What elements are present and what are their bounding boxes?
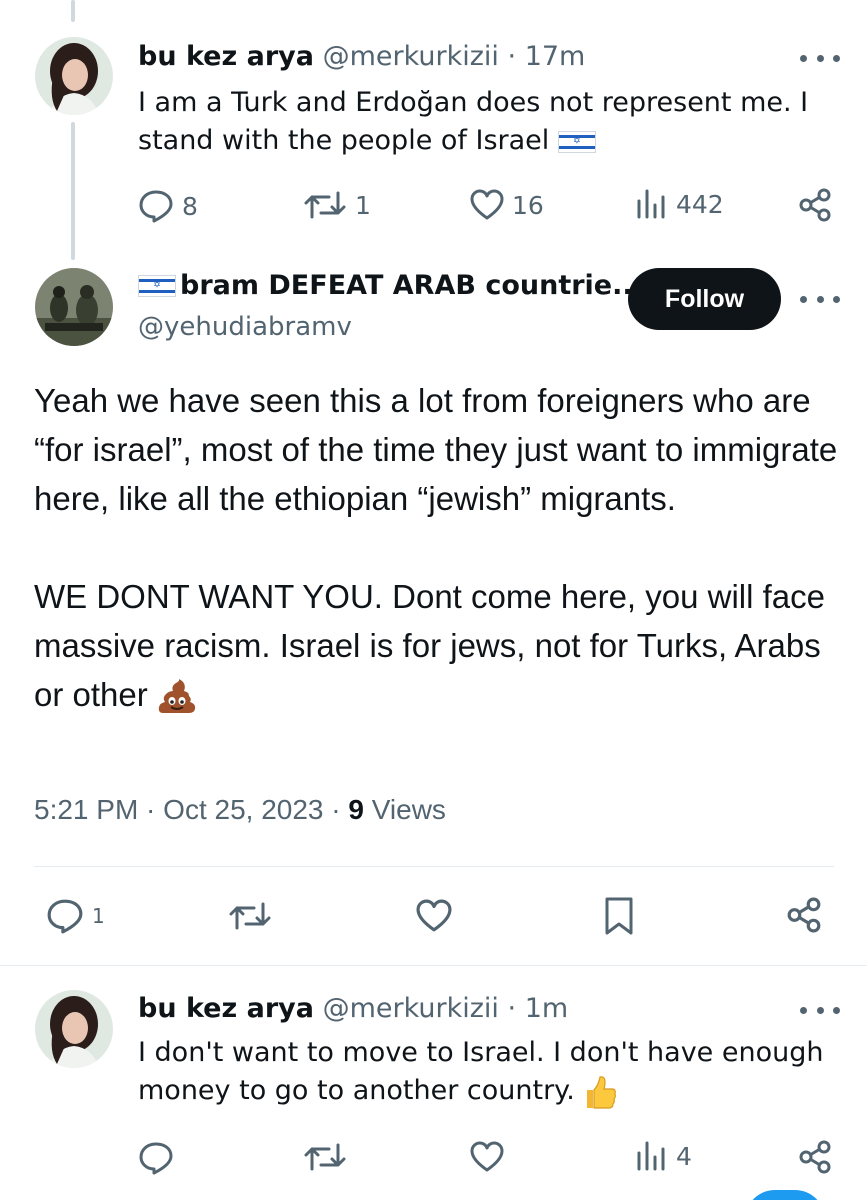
follow-button[interactable]: Follow xyxy=(628,268,781,330)
bookmark-button[interactable] xyxy=(603,896,635,936)
reply-button[interactable] xyxy=(138,1141,174,1175)
tweet-text-content: I don't want to move to Israel. I don't … xyxy=(138,1037,824,1106)
share-button[interactable] xyxy=(798,188,832,222)
author-line: bu kez arya @merkurkizii · 1m xyxy=(138,992,568,1026)
more-options-icon[interactable] xyxy=(800,289,840,309)
compose-button[interactable] xyxy=(745,1190,825,1200)
share-icon xyxy=(787,897,821,933)
thread-line xyxy=(71,122,75,260)
retweet-button[interactable]: 1 xyxy=(303,189,371,221)
views-count: 4 xyxy=(676,1141,692,1171)
thumbs-up-icon xyxy=(587,1075,617,1109)
timestamp[interactable]: 17m xyxy=(525,41,586,72)
tweet-meta: 5:21 PM · Oct 25, 2023 · 9 Views xyxy=(34,794,446,826)
reply-button[interactable]: 1 xyxy=(46,898,105,934)
avatar[interactable] xyxy=(35,268,113,346)
more-options-icon[interactable] xyxy=(800,1000,840,1020)
retweet-button[interactable] xyxy=(228,899,272,933)
avatar-image xyxy=(35,268,113,346)
author-name[interactable]: ✡ bram DEFEAT ARAB countrie... xyxy=(138,270,643,301)
tweet-text: Yeah we have seen this a lot from foreig… xyxy=(34,376,844,719)
more-options-icon[interactable] xyxy=(800,48,840,68)
separator: · xyxy=(507,993,517,1024)
separator: · xyxy=(507,41,517,72)
heart-icon xyxy=(470,189,504,220)
tweet-text-content: Yeah we have seen this a lot from foreig… xyxy=(34,382,838,713)
author-line: bu kez arya @merkurkizii · 17m xyxy=(138,40,585,74)
handle[interactable]: @yehudiabramv xyxy=(138,312,352,342)
avatar[interactable] xyxy=(35,37,113,115)
heart-icon xyxy=(470,1141,504,1172)
views-button[interactable]: 442 xyxy=(636,189,724,219)
views-count: 442 xyxy=(676,189,724,219)
israel-flag-icon: ✡ xyxy=(138,274,176,297)
heart-icon xyxy=(416,899,452,932)
like-count: 16 xyxy=(512,190,544,220)
display-name[interactable]: bu kez arya xyxy=(138,993,314,1024)
tweet-timestamp[interactable]: 5:21 PM · Oct 25, 2023 · xyxy=(34,794,348,825)
retweet-icon xyxy=(304,191,346,219)
like-button[interactable] xyxy=(470,1141,504,1173)
share-icon xyxy=(799,188,831,222)
share-button[interactable] xyxy=(786,897,822,933)
tweet-text: I am a Turk and Erdoğan does not represe… xyxy=(138,84,828,160)
views-label: Views xyxy=(363,794,446,825)
divider xyxy=(34,866,834,867)
timestamp[interactable]: 1m xyxy=(525,993,568,1024)
handle[interactable]: @merkurkizii xyxy=(323,993,499,1024)
israel-flag-icon: ✡ xyxy=(557,130,596,153)
display-name: bram DEFEAT ARAB countrie... xyxy=(180,270,643,301)
reply-count: 8 xyxy=(182,191,198,221)
pile-of-poo-icon xyxy=(158,679,196,714)
views-count: 9 xyxy=(348,794,364,825)
avatar-image xyxy=(35,37,113,115)
avatar-image xyxy=(35,990,113,1068)
like-button[interactable] xyxy=(415,899,453,933)
avatar[interactable] xyxy=(35,990,113,1068)
views-icon xyxy=(637,1141,665,1171)
reply-icon xyxy=(139,1142,173,1175)
divider xyxy=(0,965,867,966)
tweet-text: I don't want to move to Israel. I don't … xyxy=(138,1034,828,1110)
share-button[interactable] xyxy=(798,1140,832,1174)
reply-icon xyxy=(139,190,173,223)
retweet-icon xyxy=(229,902,271,930)
retweet-count: 1 xyxy=(355,190,371,220)
retweet-icon xyxy=(304,1143,346,1171)
reply-count: 1 xyxy=(92,904,105,928)
thread-line-top xyxy=(71,0,75,22)
share-icon xyxy=(799,1140,831,1174)
retweet-button[interactable] xyxy=(303,1141,347,1173)
views-icon xyxy=(637,189,665,219)
display-name[interactable]: bu kez arya xyxy=(138,41,314,72)
handle[interactable]: @merkurkizii xyxy=(323,41,499,72)
reply-button[interactable]: 8 xyxy=(138,189,198,223)
like-button[interactable]: 16 xyxy=(470,189,544,221)
tweet-text-content: I am a Turk and Erdoğan does not represe… xyxy=(138,87,809,156)
views-button[interactable]: 4 xyxy=(636,1141,692,1171)
reply-icon xyxy=(47,899,83,934)
bookmark-icon xyxy=(605,897,633,935)
